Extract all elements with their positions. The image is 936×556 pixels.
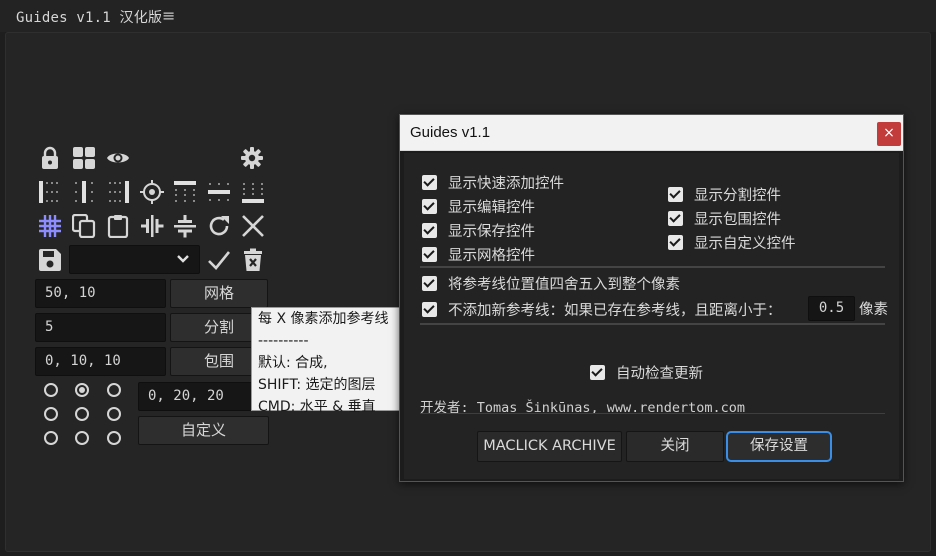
grid-hash-icon[interactable] xyxy=(38,214,62,238)
anchor-radio-top-left[interactable] xyxy=(44,383,58,397)
tooltip-line: 默认: 合成, xyxy=(258,355,328,371)
checkbox-label: 显示包围控件 xyxy=(694,212,781,228)
gear-icon[interactable] xyxy=(240,146,264,170)
save-settings-button[interactable]: 保存设置 xyxy=(726,431,832,462)
dialog-title: Guides v1.1 xyxy=(410,124,491,141)
anchor-radio-bottom-left[interactable] xyxy=(44,431,58,445)
checkbox-label: 显示自定义控件 xyxy=(694,236,796,252)
checkbox-label: 显示分割控件 xyxy=(694,188,781,204)
anchor-radio-bottom-center[interactable] xyxy=(75,431,89,445)
checkbox-label: 显示网格控件 xyxy=(448,248,535,264)
grid-spacing-input[interactable]: 50, 10 xyxy=(35,279,166,308)
divider xyxy=(420,323,885,325)
custom-guides-input[interactable]: 0, 20, 20 xyxy=(138,382,269,411)
guide-right-edge-icon[interactable] xyxy=(106,180,130,204)
guide-top-edge-icon[interactable] xyxy=(173,180,197,204)
dialog-body: 显示快速添加控件 显示编辑控件 显示保存控件 显示网格控件 显示分割控件 显示包… xyxy=(404,153,899,479)
checkbox-checked-icon xyxy=(668,211,683,226)
grid-tooltip: 每 X 像素添加参考线 ---------- 默认: 合成, SHIFT: 选定… xyxy=(251,307,402,415)
auto-update-checkbox[interactable]: 自动检查更新 xyxy=(590,362,703,383)
round-to-pixel-checkbox[interactable]: 将参考线位置值四舍五入到整个像素 xyxy=(422,273,680,294)
guide-bottom-edge-icon[interactable] xyxy=(241,180,265,204)
checkbox-checked-icon xyxy=(422,276,437,291)
refresh-icon[interactable] xyxy=(207,214,231,238)
tolerance-unit: 像素 xyxy=(859,302,888,318)
checkbox-checked-icon xyxy=(590,365,605,380)
anchor-radio-bottom-right[interactable] xyxy=(107,431,121,445)
skip-duplicate-checkbox[interactable]: 不添加新参考线：如果已存在参考线，且距离小于： xyxy=(422,299,782,320)
checkbox-checked-icon xyxy=(422,199,437,214)
show-edit-checkbox[interactable]: 显示编辑控件 xyxy=(422,196,535,217)
checkbox-checked-icon xyxy=(668,187,683,202)
settings-dialog: Guides v1.1 × 显示快速添加控件 显示编辑控件 显示保存控件 显示网… xyxy=(399,114,904,482)
anchor-radio-middle-right[interactable] xyxy=(107,407,121,421)
save-icon[interactable] xyxy=(38,248,62,272)
checkbox-checked-icon xyxy=(422,302,437,317)
delete-trash-icon[interactable] xyxy=(241,248,265,272)
anchor-radio-top-center[interactable] xyxy=(75,383,89,397)
checkbox-label: 显示编辑控件 xyxy=(448,200,535,216)
panel-header: Guides v1.1 汉化版 ≡ xyxy=(0,0,936,32)
show-save-checkbox[interactable]: 显示保存控件 xyxy=(422,220,535,241)
apply-check-icon[interactable] xyxy=(207,248,231,272)
checkbox-label: 不添加新参考线：如果已存在参考线，且距离小于： xyxy=(448,303,782,319)
tooltip-line: ---------- xyxy=(258,333,309,349)
show-split-checkbox[interactable]: 显示分割控件 xyxy=(668,184,781,205)
checkbox-checked-icon xyxy=(668,235,683,250)
flip-horizontal-icon[interactable] xyxy=(140,214,164,238)
flip-vertical-icon[interactable] xyxy=(173,214,197,238)
close-button[interactable]: 关闭 xyxy=(626,431,724,462)
divider xyxy=(420,413,885,414)
tolerance-input[interactable]: 0.5 xyxy=(808,296,855,321)
show-quick-add-checkbox[interactable]: 显示快速添加控件 xyxy=(422,172,564,193)
maclick-archive-button[interactable]: MACLICK ARCHIVE xyxy=(477,431,622,462)
checkbox-label: 将参考线位置值四舍五入到整个像素 xyxy=(448,277,680,293)
show-grid-checkbox[interactable]: 显示网格控件 xyxy=(422,244,535,265)
anchor-radio-top-right[interactable] xyxy=(107,383,121,397)
checkbox-label: 显示快速添加控件 xyxy=(448,176,564,192)
preset-select[interactable] xyxy=(69,245,200,274)
eye-icon[interactable] xyxy=(106,146,130,170)
target-center-icon[interactable] xyxy=(140,180,164,204)
divider xyxy=(420,266,885,268)
guide-vertical-center-icon[interactable] xyxy=(72,180,96,204)
clipboard-icon[interactable] xyxy=(106,214,130,238)
split-count-input[interactable]: 5 xyxy=(35,313,166,342)
tooltip-line: CMD: 水平 & 垂直 xyxy=(258,399,376,415)
margin-input[interactable]: 0, 10, 10 xyxy=(35,347,166,376)
lock-icon[interactable] xyxy=(38,146,62,170)
guide-horizontal-center-icon[interactable] xyxy=(207,180,231,204)
anchor-radio-middle-center[interactable] xyxy=(75,407,89,421)
dialog-titlebar: Guides v1.1 × xyxy=(400,115,903,151)
checkbox-checked-icon xyxy=(422,175,437,190)
panel-title: Guides v1.1 汉化版 xyxy=(16,10,163,26)
grid-button[interactable]: 网格 xyxy=(170,279,268,308)
close-icon[interactable]: × xyxy=(877,122,901,146)
clear-x-icon[interactable] xyxy=(241,214,265,238)
chevron-down-icon xyxy=(174,250,192,268)
checkbox-checked-icon xyxy=(422,223,437,238)
show-margin-checkbox[interactable]: 显示包围控件 xyxy=(668,208,781,229)
checkbox-label: 自动检查更新 xyxy=(616,366,703,382)
custom-button[interactable]: 自定义 xyxy=(138,416,269,445)
tooltip-line: SHIFT: 选定的图层 xyxy=(258,377,376,393)
guide-left-edge-icon[interactable] xyxy=(38,180,62,204)
hamburger-menu-icon[interactable]: ≡ xyxy=(162,6,175,25)
checkbox-label: 显示保存控件 xyxy=(448,224,535,240)
duplicate-icon[interactable] xyxy=(72,214,96,238)
tooltip-line: 每 X 像素添加参考线 xyxy=(258,311,389,327)
anchor-radio-middle-left[interactable] xyxy=(44,407,58,421)
show-custom-checkbox[interactable]: 显示自定义控件 xyxy=(668,232,796,253)
checkbox-checked-icon xyxy=(422,247,437,262)
grid-tiles-icon[interactable] xyxy=(72,146,96,170)
